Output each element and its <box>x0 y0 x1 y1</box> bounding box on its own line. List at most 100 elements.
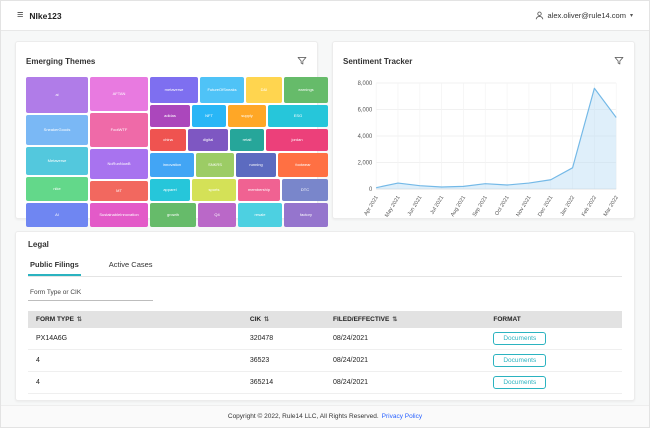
emerging-themes-panel: Emerging Themes aiSneakerGoodsMetaversen… <box>15 41 318 219</box>
svg-text:Apr 2021: Apr 2021 <box>363 195 380 217</box>
cell-filed: 08/24/2021 <box>325 372 485 394</box>
treemap-tile[interactable]: supply <box>228 105 266 127</box>
treemap-tile[interactable]: ESG <box>268 105 328 127</box>
treemap-tile[interactable]: running <box>236 153 276 177</box>
col-form-type[interactable]: FORM TYPE⇅ <box>28 311 242 328</box>
treemap-tile[interactable]: AI <box>26 203 88 227</box>
account-menu[interactable]: alex.oliver@rule14.com ▾ <box>535 11 634 20</box>
sort-icon[interactable]: ⇅ <box>264 317 269 323</box>
svg-text:Mar 2022: Mar 2022 <box>603 195 620 218</box>
table-row: 436521408/24/2021Documents <box>28 372 622 394</box>
treemap-tile[interactable]: Q4 <box>198 203 236 227</box>
sort-icon[interactable]: ⇅ <box>77 317 82 323</box>
treemap-tile[interactable]: apparel <box>150 179 190 201</box>
sort-icon[interactable]: ⇅ <box>392 317 397 323</box>
copyright-text: Copyright © 2022, Rule14 LLC, All Rights… <box>228 413 379 420</box>
treemap-tile[interactable]: resale <box>238 203 282 227</box>
emerging-themes-title: Emerging Themes <box>26 57 95 66</box>
treemap-tile[interactable]: FootWTF <box>90 113 148 147</box>
cell-filed: 08/24/2021 <box>325 328 485 350</box>
legal-panel: Legal Public Filings Active Cases FORM T… <box>15 231 635 401</box>
svg-text:Oct 2021: Oct 2021 <box>494 195 511 217</box>
table-row: 43652308/24/2021Documents <box>28 350 622 372</box>
treemap-tile[interactable]: NoRunNowB <box>90 149 148 179</box>
privacy-policy-link[interactable]: Privacy Policy <box>382 413 422 420</box>
treemap-tile[interactable]: SneakerGoods <box>26 115 88 145</box>
cell-format: Documents <box>485 350 622 372</box>
treemap-tile[interactable]: FutureOfSneaks <box>200 77 244 103</box>
form-cik-search-input[interactable] <box>28 285 153 301</box>
svg-text:Jun 2021: Jun 2021 <box>407 195 424 217</box>
treemap-tile[interactable]: footwear <box>278 153 328 177</box>
main-content: Emerging Themes aiSneakerGoodsMetaversen… <box>1 31 649 405</box>
treemap-tile[interactable]: MT <box>90 181 148 201</box>
treemap-tile[interactable]: innovation <box>150 153 194 177</box>
top-bar: ≡ NIke123 alex.oliver@rule14.com ▾ <box>1 1 649 31</box>
treemap-tile[interactable]: Metaverse <box>26 147 88 175</box>
sentiment-tracker-title: Sentiment Tracker <box>343 57 412 66</box>
cell-format: Documents <box>485 328 622 350</box>
documents-button[interactable]: Documents <box>493 354 546 367</box>
svg-text:Aug 2021: Aug 2021 <box>450 195 467 218</box>
col-cik[interactable]: CIK⇅ <box>242 311 325 328</box>
sentiment-tracker-panel: Sentiment Tracker 0 2,000 4,000 6,000 8,000 A… <box>332 41 635 219</box>
svg-text:Jul 2021: Jul 2021 <box>430 195 446 216</box>
tab-public-filings[interactable]: Public Filings <box>28 256 81 276</box>
sentiment-tracker-header: Sentiment Tracker <box>343 50 624 72</box>
treemap-tile[interactable]: membership <box>238 179 280 201</box>
treemap-tile[interactable]: retail <box>230 129 264 151</box>
treemap-tile[interactable]: china <box>150 129 186 151</box>
treemap-tile[interactable]: SustainableInnovation <box>90 203 148 227</box>
svg-text:0: 0 <box>369 187 373 193</box>
chevron-down-icon: ▾ <box>630 12 633 19</box>
filter-icon[interactable] <box>297 56 307 66</box>
treemap-tile[interactable]: jordan <box>266 129 328 151</box>
cell-cik: 36523 <box>242 350 325 372</box>
treemap-tile[interactable]: D&I <box>246 77 282 103</box>
treemap-tile[interactable]: nike <box>26 177 88 201</box>
tab-active-cases[interactable]: Active Cases <box>107 256 155 276</box>
svg-text:8,000: 8,000 <box>358 81 373 87</box>
sentiment-chart: 0 2,000 4,000 6,000 8,000 Apr 2021May 2021 Jun… <box>343 77 624 227</box>
filings-table-body: PX14A6G32047808/24/2021Documents43652308… <box>28 328 622 394</box>
cell-form_type: 4 <box>28 372 242 394</box>
footer: Copyright © 2022, Rule14 LLC, All Rights… <box>1 405 649 427</box>
documents-button[interactable]: Documents <box>493 376 546 389</box>
treemap-tile[interactable]: adidas <box>150 105 190 127</box>
svg-text:Sep 2021: Sep 2021 <box>472 195 489 218</box>
treemap-tile[interactable]: SNKRS <box>196 153 234 177</box>
svg-text:Dec 2021: Dec 2021 <box>537 195 554 218</box>
svg-text:Jan 2022: Jan 2022 <box>559 195 576 217</box>
treemap-tile[interactable]: earnings <box>284 77 328 103</box>
svg-text:2,000: 2,000 <box>358 161 373 167</box>
documents-button[interactable]: Documents <box>493 332 546 345</box>
cell-cik: 320478 <box>242 328 325 350</box>
top-panels: Emerging Themes aiSneakerGoodsMetaversen… <box>15 41 635 219</box>
treemap-tile[interactable]: NFT <box>192 105 226 127</box>
treemap-tile[interactable]: growth <box>150 203 196 227</box>
filings-table: FORM TYPE⇅ CIK⇅ FILED/EFFECTIVE⇅ FORMAT … <box>28 311 622 394</box>
treemap-tile[interactable]: digital <box>188 129 228 151</box>
treemap-tile[interactable]: factory <box>284 203 328 227</box>
col-format: FORMAT <box>485 311 622 328</box>
legal-title: Legal <box>28 240 622 249</box>
filter-icon[interactable] <box>614 56 624 66</box>
svg-text:4,000: 4,000 <box>358 134 373 140</box>
col-filed-effective[interactable]: FILED/EFFECTIVE⇅ <box>325 311 485 328</box>
svg-text:May 2021: May 2021 <box>384 195 401 219</box>
cell-format: Documents <box>485 372 622 394</box>
treemap-tile[interactable]: ai <box>26 77 88 113</box>
treemap-tile[interactable]: sports <box>192 179 236 201</box>
brand-title: NIke123 <box>29 11 61 21</box>
account-email: alex.oliver@rule14.com <box>548 11 626 20</box>
treemap-tile[interactable]: DTC <box>282 179 328 201</box>
emerging-themes-header: Emerging Themes <box>26 50 307 72</box>
dashboard: ≡ NIke123 alex.oliver@rule14.com ▾ Emerg… <box>0 0 650 428</box>
table-header-row: FORM TYPE⇅ CIK⇅ FILED/EFFECTIVE⇅ FORMAT <box>28 311 622 328</box>
menu-icon[interactable]: ≡ <box>17 10 23 21</box>
treemap-tile[interactable]: metaverse <box>150 77 198 103</box>
svg-text:6,000: 6,000 <box>358 108 373 114</box>
treemap-tile[interactable]: AFTAN <box>90 77 148 111</box>
user-icon <box>535 11 544 20</box>
cell-form_type: 4 <box>28 350 242 372</box>
